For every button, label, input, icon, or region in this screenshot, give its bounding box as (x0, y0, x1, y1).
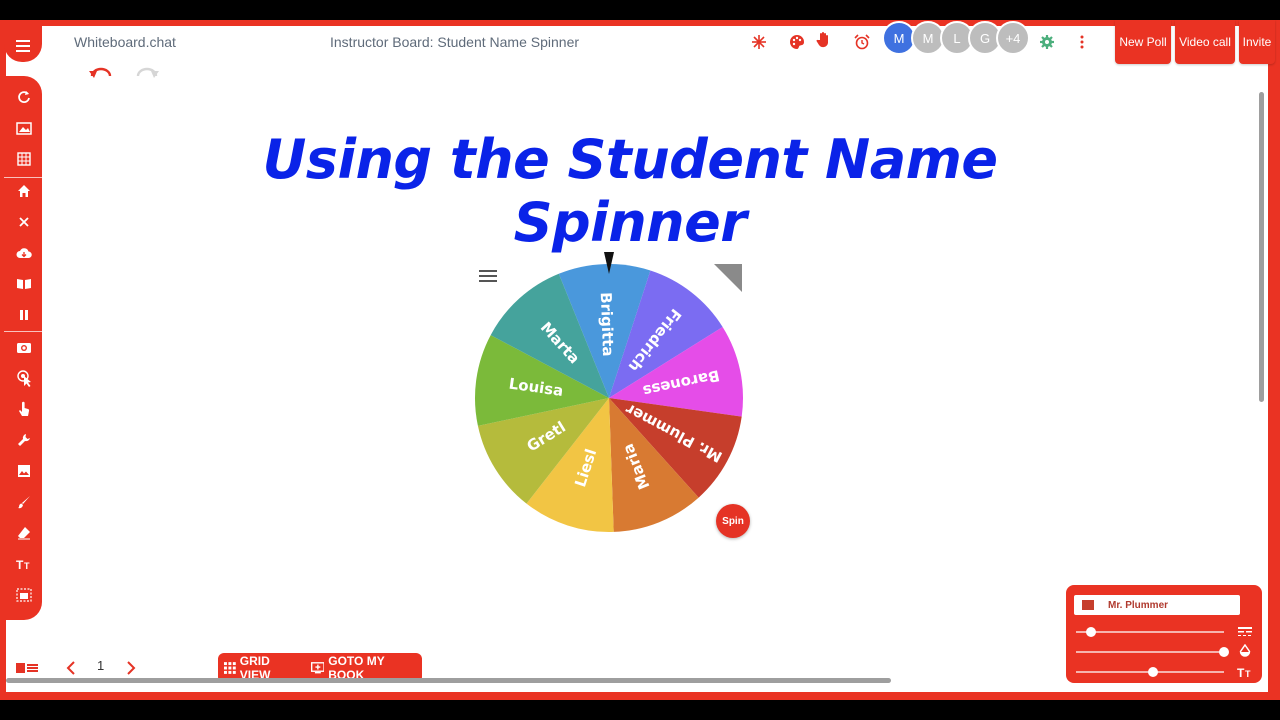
eraser-icon[interactable] (13, 522, 35, 544)
freeze-icon[interactable] (749, 32, 769, 52)
sidebar-divider (4, 331, 42, 332)
svg-text:T: T (24, 561, 30, 570)
horizontal-scrollbar[interactable] (6, 678, 891, 683)
object-color-swatch[interactable] (1082, 600, 1094, 610)
svg-text:T: T (16, 558, 24, 570)
slider-knob[interactable] (1147, 667, 1158, 677)
opacity-slider[interactable] (1076, 647, 1229, 657)
refresh-icon[interactable] (13, 86, 35, 108)
text-tool-icon[interactable]: TT (13, 553, 35, 575)
more-vertical-icon[interactable] (1072, 32, 1092, 52)
cloud-download-icon[interactable] (13, 242, 35, 264)
new-poll-button[interactable]: New Poll (1115, 20, 1171, 64)
line-style-icon[interactable] (1238, 625, 1252, 643)
redo-icon[interactable] (134, 66, 160, 85)
name-spinner-wheel[interactable]: Brigitta FriedrichBaronessMr. PlummerMari… (470, 250, 760, 540)
font-size-slider[interactable] (1076, 667, 1224, 677)
svg-text:T: T (1245, 669, 1251, 678)
font-size-icon: TT (1237, 665, 1253, 683)
board-heading[interactable]: Using the Student Name Spinner (190, 128, 1070, 254)
table-icon[interactable] (13, 148, 35, 170)
slider-knob[interactable] (1219, 647, 1229, 657)
line-width-slider[interactable] (1076, 627, 1224, 637)
wheel-corner-fold-icon[interactable] (714, 264, 742, 292)
add-to-screen-icon (310, 662, 325, 674)
alarm-icon[interactable] (852, 32, 872, 52)
palette-icon[interactable] (787, 32, 807, 52)
wheel-segment-label: Brigitta (597, 292, 617, 357)
spin-button[interactable]: Spin (716, 504, 750, 538)
image-icon[interactable] (13, 460, 35, 482)
avatar-more-count[interactable]: +4 (996, 21, 1030, 55)
video-call-button[interactable]: Video call (1175, 20, 1235, 64)
pause-icon[interactable] (13, 304, 35, 326)
wrench-icon[interactable] (13, 429, 35, 451)
grid-icon (224, 662, 236, 674)
invite-button[interactable]: Invite (1239, 20, 1275, 64)
gallery-icon[interactable] (13, 117, 35, 139)
settings-gear-icon[interactable] (1037, 32, 1057, 52)
sidebar-divider (4, 177, 42, 178)
svg-text:T: T (1237, 666, 1245, 678)
laser-pointer-icon[interactable] (13, 367, 35, 389)
undo-icon[interactable] (88, 66, 114, 85)
board-title[interactable]: Instructor Board: Student Name Spinner (330, 34, 579, 50)
main-menu-button[interactable] (4, 26, 42, 62)
opacity-drop-icon (1239, 643, 1251, 663)
object-name-label: Mr. Plummer (1108, 599, 1169, 611)
object-properties-panel: Mr. Plummer TT (1066, 585, 1262, 683)
image-area-icon[interactable] (13, 584, 35, 606)
screenshot-icon[interactable] (13, 336, 35, 358)
brush-icon[interactable] (13, 491, 35, 513)
touch-icon[interactable] (13, 398, 35, 420)
close-icon[interactable] (13, 211, 35, 233)
app-name[interactable]: Whiteboard.chat (74, 34, 176, 50)
page-list-icon[interactable] (16, 661, 38, 679)
tool-sidebar: TT (4, 76, 42, 620)
book-icon[interactable] (13, 273, 35, 295)
object-name-field[interactable]: Mr. Plummer (1074, 595, 1240, 615)
slider-knob[interactable] (1085, 627, 1096, 637)
page-number: 1 (97, 658, 105, 673)
hamburger-icon (16, 40, 30, 52)
raise-hand-icon[interactable] (814, 30, 834, 50)
home-icon[interactable] (13, 180, 35, 202)
vertical-scrollbar[interactable] (1259, 92, 1264, 402)
